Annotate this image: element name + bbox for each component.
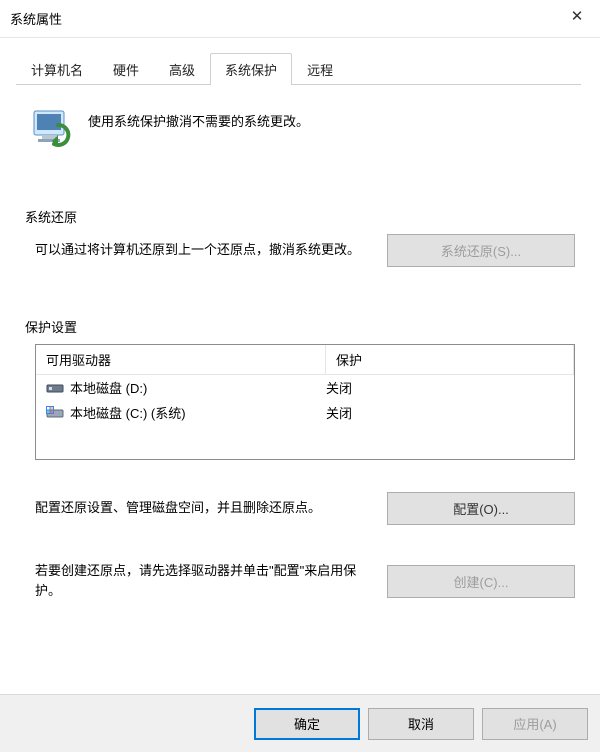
system-protection-icon	[28, 105, 76, 153]
drive-table-header: 可用驱动器 保护	[36, 345, 574, 375]
create-text: 若要创建还原点，请先选择驱动器并单击"配置"来启用保护。	[35, 561, 373, 601]
table-row[interactable]: 本地磁盘 (C:) (系统) 关闭	[36, 400, 574, 425]
tab-strip: 计算机名 硬件 高级 系统保护 远程	[16, 52, 581, 85]
system-drive-icon	[46, 406, 64, 420]
drive-table: 可用驱动器 保护 本地磁盘 (D:) 关闭 本地磁盘 (C:)	[35, 344, 575, 460]
drive-icon	[46, 381, 64, 395]
close-button[interactable]: ✕	[554, 0, 600, 32]
tab-hardware[interactable]: 硬件	[98, 53, 154, 85]
tab-system-protection[interactable]: 系统保护	[210, 53, 292, 85]
system-restore-button[interactable]: 系统还原(S)...	[387, 234, 575, 267]
cancel-button[interactable]: 取消	[368, 708, 474, 740]
configure-row: 配置还原设置、管理磁盘空间，并且删除还原点。 配置(O)...	[35, 492, 575, 525]
ok-button[interactable]: 确定	[254, 708, 360, 740]
titlebar: 系统属性 ✕	[0, 0, 600, 38]
drive-protection-status: 关闭	[326, 403, 574, 422]
close-icon: ✕	[571, 7, 584, 25]
section-label-settings: 保护设置	[25, 317, 600, 336]
restore-row: 可以通过将计算机还原到上一个还原点，撤消系统更改。 系统还原(S)...	[35, 234, 575, 267]
drive-name: 本地磁盘 (C:) (系统)	[70, 403, 186, 422]
configure-button[interactable]: 配置(O)...	[387, 492, 575, 525]
description-row: 使用系统保护撤消不需要的系统更改。	[28, 105, 580, 153]
window-title: 系统属性	[10, 9, 62, 28]
create-row: 若要创建还原点，请先选择驱动器并单击"配置"来启用保护。 创建(C)...	[35, 561, 575, 601]
header-available-drives[interactable]: 可用驱动器	[36, 345, 326, 374]
description-text: 使用系统保护撤消不需要的系统更改。	[88, 105, 309, 130]
tab-computer-name[interactable]: 计算机名	[16, 53, 98, 85]
restore-text: 可以通过将计算机还原到上一个还原点，撤消系统更改。	[35, 240, 373, 260]
apply-button[interactable]: 应用(A)	[482, 708, 588, 740]
drive-name: 本地磁盘 (D:)	[70, 378, 147, 397]
dialog-button-bar: 确定 取消 应用(A)	[0, 694, 600, 752]
tab-remote[interactable]: 远程	[292, 53, 348, 85]
section-label-restore: 系统还原	[25, 207, 600, 226]
table-row[interactable]: 本地磁盘 (D:) 关闭	[36, 375, 574, 400]
tab-advanced[interactable]: 高级	[154, 53, 210, 85]
configure-text: 配置还原设置、管理磁盘空间，并且删除还原点。	[35, 498, 373, 518]
drive-protection-status: 关闭	[326, 378, 574, 397]
create-button[interactable]: 创建(C)...	[387, 565, 575, 598]
header-protection[interactable]: 保护	[326, 345, 574, 374]
